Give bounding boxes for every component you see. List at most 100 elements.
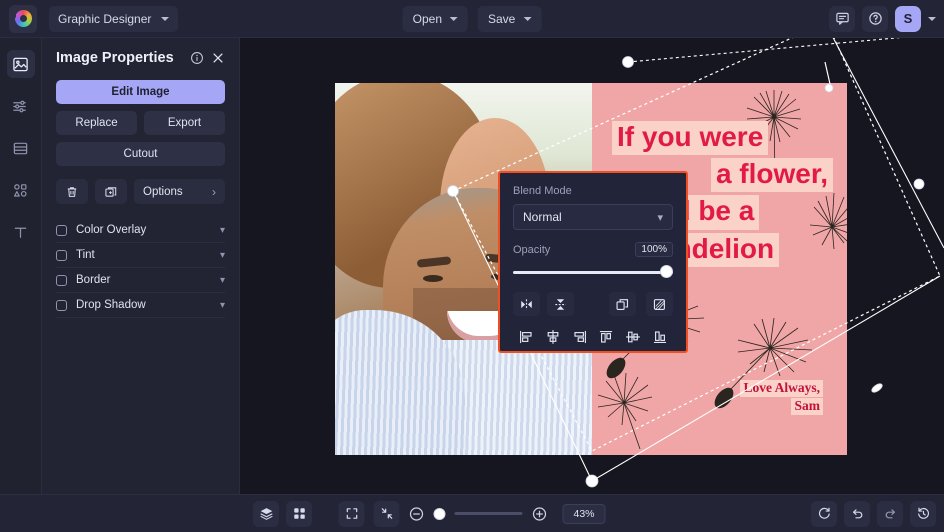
plus-circle-icon: [532, 506, 547, 521]
signature-block[interactable]: Love Always, Sam: [740, 379, 823, 415]
layers-icon: [259, 508, 273, 520]
app-logo[interactable]: [9, 4, 37, 33]
info-button[interactable]: [190, 51, 204, 65]
align-bottom-icon: [653, 331, 666, 343]
chevron-down-icon[interactable]: ▾: [220, 225, 225, 236]
align-center-horizontal-button[interactable]: [540, 325, 567, 349]
redo-button[interactable]: [877, 500, 903, 527]
blend-mode-select[interactable]: Normal ▾: [513, 204, 673, 230]
effect-label: Drop Shadow: [76, 299, 146, 311]
history-clock-icon: [917, 507, 929, 519]
zoom-level-value[interactable]: 43%: [562, 503, 606, 524]
drop-shadow-checkbox[interactable]: [56, 299, 67, 311]
align-top-button[interactable]: [593, 325, 620, 349]
rail-item-images[interactable]: [6, 50, 35, 78]
delete-button[interactable]: [56, 179, 88, 204]
rail-item-adjustments[interactable]: [7, 92, 35, 120]
chevron-down-icon[interactable]: ▾: [220, 250, 225, 261]
chevron-down-icon[interactable]: ▾: [220, 300, 225, 311]
trash-icon: [67, 186, 77, 197]
close-panel-button[interactable]: [211, 51, 225, 65]
blend-mode-popover[interactable]: Blend Mode Normal ▾ Opacity 100%: [498, 171, 688, 353]
bring-forward-button[interactable]: [609, 292, 636, 316]
align-bottom-button[interactable]: [646, 325, 673, 349]
dandelion-icon: [597, 373, 653, 450]
bring-forward-icon: [616, 298, 629, 310]
zoom-out-button[interactable]: [408, 506, 424, 522]
open-button[interactable]: Open: [402, 5, 468, 32]
chevron-right-icon: ›: [212, 184, 216, 199]
align-left-button[interactable]: [513, 325, 540, 349]
replace-export-row: Replace Export: [56, 111, 225, 135]
history-button[interactable]: [910, 500, 936, 527]
shrink-to-fit-button[interactable]: [373, 500, 400, 527]
reset-button[interactable]: [811, 500, 837, 527]
effect-row-drop-shadow[interactable]: Drop Shadow ▾: [56, 293, 225, 318]
effect-row-tint[interactable]: Tint ▾: [56, 243, 225, 268]
rail-item-layouts[interactable]: [7, 134, 35, 162]
align-top-icon: [600, 331, 613, 343]
document-name-label: Graphic Designer: [58, 11, 152, 26]
flip-horizontal-button[interactable]: [513, 292, 540, 316]
help-button[interactable]: [862, 5, 888, 32]
avatar[interactable]: S: [895, 5, 921, 32]
options-label: Options: [143, 185, 183, 198]
zoom-slider-track[interactable]: [454, 512, 523, 515]
cutout-button[interactable]: Cutout: [56, 142, 225, 166]
canvas-area[interactable]: If you were a flower, you'd be a damndel…: [240, 38, 944, 494]
tint-checkbox[interactable]: [56, 249, 67, 261]
account-chevron-down-icon[interactable]: [928, 16, 936, 21]
selection-handle-bottom[interactable]: [585, 474, 599, 488]
selection-handle-right[interactable]: [913, 178, 925, 190]
align-right-button[interactable]: [566, 325, 593, 349]
export-button[interactable]: Export: [144, 111, 225, 135]
grid-icon: [293, 508, 305, 519]
left-tool-rail: [0, 38, 42, 494]
align-center-horizontal-icon: [547, 330, 559, 344]
opacity-slider-track: [513, 271, 673, 274]
send-backward-button[interactable]: [646, 292, 673, 316]
expand-frame-icon: [346, 508, 357, 519]
chevron-down-icon: [523, 16, 532, 21]
fit-to-screen-button[interactable]: [338, 500, 365, 527]
edit-image-button[interactable]: Edit Image: [56, 80, 225, 104]
rail-item-text[interactable]: [7, 218, 35, 246]
undo-button[interactable]: [844, 500, 870, 527]
signature-line: Love Always,: [740, 380, 823, 397]
effects-list: Color Overlay ▾ Tint ▾ Border ▾ Drop Sha…: [56, 218, 225, 318]
rail-item-elements[interactable]: [7, 176, 35, 204]
align-middle-vertical-button[interactable]: [620, 325, 647, 349]
shapes-icon: [13, 183, 27, 197]
app-root: Graphic Designer Open Save S Image Prope…: [0, 0, 944, 532]
chevron-down-icon[interactable]: ▾: [220, 275, 225, 286]
effect-row-border[interactable]: Border ▾: [56, 268, 225, 293]
undo-arrow-icon: [852, 509, 862, 519]
layers-button[interactable]: [253, 500, 279, 527]
selection-handle-edge[interactable]: [870, 382, 883, 394]
open-label: Open: [412, 11, 442, 26]
save-label: Save: [488, 11, 516, 26]
save-button[interactable]: Save: [478, 5, 542, 32]
image-properties-panel: Image Properties Edit Image Replace Expo…: [42, 38, 240, 494]
options-button[interactable]: Options ›: [134, 179, 225, 204]
flip-vertical-button[interactable]: [547, 292, 574, 316]
border-checkbox[interactable]: [56, 274, 67, 286]
comment-icon: [835, 12, 849, 25]
selection-guide: [627, 38, 902, 63]
opacity-slider[interactable]: [513, 265, 673, 279]
duplicate-button[interactable]: [95, 179, 127, 204]
opacity-header: Opacity 100%: [513, 242, 673, 257]
effect-row-color-overlay[interactable]: Color Overlay ▾: [56, 218, 225, 243]
rotation-handle[interactable]: [622, 56, 634, 68]
opacity-value[interactable]: 100%: [635, 242, 673, 257]
zoom-in-button[interactable]: [531, 506, 547, 522]
grid-view-button[interactable]: [286, 500, 312, 527]
minus-circle-icon: [409, 506, 424, 521]
top-bar: Graphic Designer Open Save S: [0, 0, 944, 38]
replace-button[interactable]: Replace: [56, 111, 137, 135]
document-name-dropdown[interactable]: Graphic Designer: [49, 5, 179, 32]
opacity-slider-knob[interactable]: [660, 265, 673, 278]
comment-button[interactable]: [829, 5, 855, 32]
color-overlay-checkbox[interactable]: [56, 224, 67, 236]
zoom-slider-knob[interactable]: [433, 507, 446, 520]
